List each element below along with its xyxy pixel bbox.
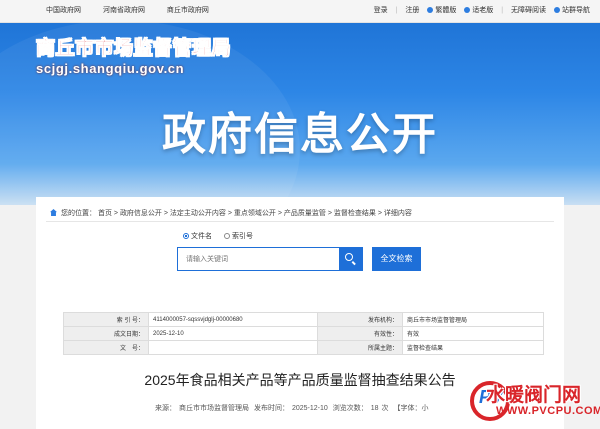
time-value: 2025-12-10 (291, 405, 328, 412)
meta-value (148, 340, 318, 355)
views-value: 18 (370, 405, 379, 412)
elderly-link[interactable]: 适老版 (464, 7, 493, 14)
breadcrumb: 您的位置： 首页 > 政府信息公开 > 法定主动公开内容 > 重点领域公开 > … (50, 208, 412, 218)
hero-title: 政府信息公开 (162, 110, 438, 159)
full-text-search-button[interactable]: 全文检索 (372, 247, 421, 271)
time-label: 发布时间： (253, 405, 289, 412)
meta-key: 所属主题： (317, 340, 403, 355)
breadcrumb-divider (46, 221, 554, 222)
meta-value: 4114000057-sqssvjdglj-00000680 (148, 312, 318, 327)
views-unit: 次 (381, 405, 389, 412)
watermark-url: WWW.PVCPU.COM (496, 405, 600, 417)
divider: | (395, 7, 398, 14)
search-icon (345, 253, 353, 261)
site-logo[interactable]: 商丘市市场监督管理局 scjgj.shangqiu.gov.cn (36, 38, 232, 77)
elderly-icon (464, 7, 471, 13)
radio-filename[interactable]: 文件名 (183, 233, 212, 240)
breadcrumb-item[interactable]: 重点领域公开 (234, 210, 276, 217)
table-row: 成文日期： 2025-12-10 有效性： 有效 (63, 326, 544, 341)
breadcrumb-sep: > (325, 210, 334, 217)
article-meta: 来源： 商丘市市场监督管理局 发布时间： 2025-12-10 浏览次数： 18 次 【… (155, 403, 431, 413)
gov-link-shangqiu[interactable]: 商丘市政府网 (167, 7, 209, 14)
register-link[interactable]: 注册 (405, 7, 419, 14)
breadcrumb-item[interactable]: 监督检查结果 (334, 210, 376, 217)
meta-key: 索 引 号： (63, 312, 149, 327)
traditional-icon (427, 7, 434, 13)
breadcrumb-sep: > (275, 210, 284, 217)
meta-value: 有效 (402, 326, 544, 341)
top-actions: 登录 | 注册 繁體版 适老版 | 无障碍阅读 站群导航 (368, 5, 590, 15)
article-title: 2025年食品相关产品等产品质量监督抽查结果公告 (144, 372, 456, 388)
site-domain: scjgj.shangqiu.gov.cn (36, 61, 185, 76)
views-label: 浏览次数： (332, 405, 368, 412)
breadcrumb-sep: > (225, 210, 234, 217)
metadata-table: 索 引 号： 4114000057-sqssvjdglj-00000680 发布… (63, 312, 544, 355)
source-value: 商丘市市场监督管理局 (179, 405, 249, 412)
font-size-control[interactable]: 【字体：小 (393, 405, 428, 412)
gov-link-henan[interactable]: 河南省政府网 (103, 7, 145, 14)
watermark-text: 水暖阀门网 (486, 385, 582, 406)
meta-value: 监督检查结果 (402, 340, 544, 355)
watermark-logo: PV 水暖阀门网 WWW.PVCPU.COM (470, 377, 600, 425)
divider: | (501, 7, 504, 14)
breadcrumb-item[interactable]: 政府信息公开 (120, 210, 162, 217)
traditional-link[interactable]: 繁體版 (427, 7, 456, 14)
top-bar: 中国政府网 河南省政府网 商丘市政府网 登录 | 注册 繁體版 适老版 | 无障… (0, 0, 600, 23)
table-row: 文 号： 所属主题： 监督检查结果 (63, 340, 544, 355)
radio-index[interactable]: 索引号 (223, 233, 253, 240)
breadcrumb-item[interactable]: 产品质量监管 (284, 210, 326, 217)
breadcrumb-item[interactable]: 法定主动公开内容 (170, 210, 226, 217)
search-type-radios: 文件名 索引号 (183, 231, 253, 241)
sitemap-link[interactable]: 站群导航 (554, 7, 590, 14)
search-button[interactable] (339, 248, 362, 270)
search-input[interactable] (178, 248, 346, 270)
login-link[interactable]: 登录 (374, 7, 388, 14)
breadcrumb-current: 详细内容 (383, 210, 412, 217)
meta-key: 文 号： (63, 340, 149, 355)
gov-link-china[interactable]: 中国政府网 (46, 7, 81, 14)
breadcrumb-item[interactable]: 首页 (98, 210, 112, 217)
accessible-link[interactable]: 无障碍阅读 (511, 7, 546, 14)
table-row: 索 引 号： 4114000057-sqssvjdglj-00000680 发布… (63, 312, 544, 327)
meta-value: 2025-12-10 (148, 326, 318, 341)
breadcrumb-sep: > (161, 210, 170, 217)
meta-value: 商丘市市场监督管理局 (402, 312, 544, 327)
breadcrumb-prefix: 您的位置： (61, 210, 96, 217)
radio-unchecked-icon (223, 233, 230, 239)
meta-key: 有效性： (317, 326, 403, 341)
breadcrumb-sep: > (111, 210, 120, 217)
radio-checked-icon (183, 233, 189, 239)
sitemap-icon (554, 7, 560, 13)
gov-links: 中国政府网 河南省政府网 商丘市政府网 (46, 5, 229, 15)
meta-key: 成文日期： (63, 326, 149, 341)
source-label: 来源： (155, 405, 176, 412)
search-box (177, 247, 363, 271)
breadcrumb-sep: > (375, 210, 384, 217)
hero-banner (0, 0, 600, 205)
site-name: 商丘市市场监督管理局 (36, 38, 232, 59)
home-icon (50, 209, 57, 216)
meta-key: 发布机构： (317, 312, 403, 327)
